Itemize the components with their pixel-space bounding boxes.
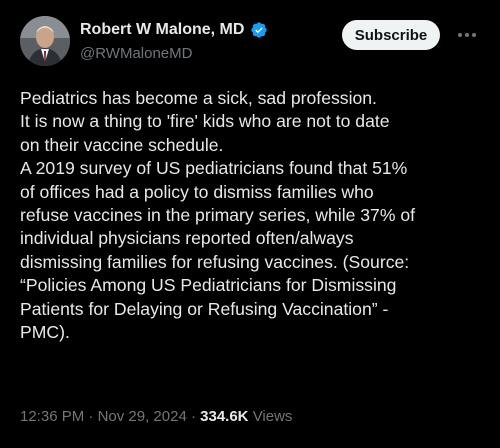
post-text-line: A 2019 survey of US pediatricians found … bbox=[20, 158, 408, 179]
verified-badge-icon bbox=[251, 22, 268, 38]
views-label: Views bbox=[252, 408, 293, 425]
author-info: Robert W Malone, MD @RWMaloneMD bbox=[80, 20, 268, 62]
post-text-line: PMC). bbox=[20, 322, 70, 343]
avatar[interactable] bbox=[20, 16, 70, 66]
post-header: Robert W Malone, MD @RWMaloneMD Subscrib… bbox=[20, 16, 486, 72]
post-text-line: refuse vaccines in the primary series, w… bbox=[20, 205, 416, 226]
author-handle[interactable]: @RWMaloneMD bbox=[80, 45, 268, 62]
post-text-line: on their vaccine schedule. bbox=[20, 134, 224, 155]
name-row: Robert W Malone, MD bbox=[80, 20, 268, 40]
post-meta: 12:36 PM · Nov 29, 2024 · 334.6K Views bbox=[20, 408, 292, 425]
post-text-line: Patients for Delaying or Refusing Vaccin… bbox=[20, 298, 389, 319]
post-text-line: “Policies Among US Pediatricians for Dis… bbox=[20, 275, 397, 296]
more-options-icon[interactable] bbox=[452, 26, 482, 44]
avatar-image bbox=[20, 16, 70, 66]
author-name[interactable]: Robert W Malone, MD bbox=[80, 21, 244, 39]
post-text: Pediatrics has become a sick, sad profes… bbox=[20, 87, 490, 344]
post-text-line: dismissing families for refusing vaccine… bbox=[20, 251, 410, 272]
post-text-line: of offices had a policy to dismiss famil… bbox=[20, 181, 374, 202]
post-card: Robert W Malone, MD @RWMaloneMD Subscrib… bbox=[0, 0, 500, 448]
post-text-line: individual physicians reported often/alw… bbox=[20, 228, 354, 249]
post-text-line: Pediatrics has become a sick, sad profes… bbox=[20, 88, 377, 108]
meta-separator: · bbox=[190, 408, 196, 425]
post-date[interactable]: Nov 29, 2024 bbox=[98, 408, 187, 425]
meta-separator: · bbox=[88, 408, 94, 425]
post-time[interactable]: 12:36 PM bbox=[20, 408, 84, 425]
subscribe-button[interactable]: Subscribe bbox=[342, 20, 440, 50]
views-count: 334.6K bbox=[200, 408, 249, 425]
post-text-line: It is now a thing to 'fire' kids who are… bbox=[20, 111, 390, 132]
